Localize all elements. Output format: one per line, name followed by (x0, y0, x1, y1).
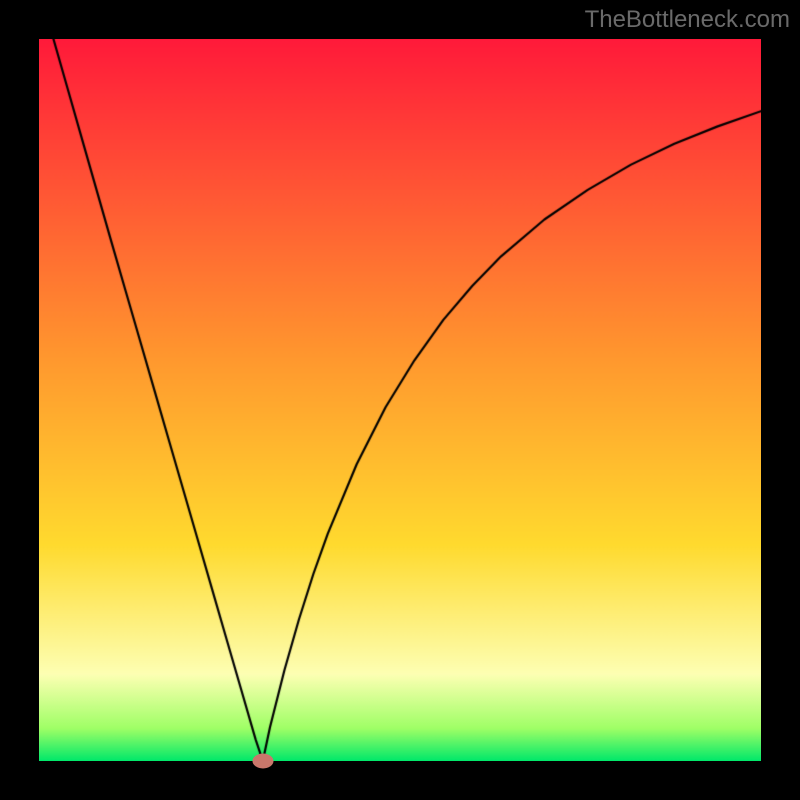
chart-frame: TheBottleneck.com (0, 0, 800, 800)
optimum-marker (252, 754, 273, 769)
bottleneck-curve (39, 39, 761, 761)
watermark-text: TheBottleneck.com (585, 6, 790, 34)
plot-area (39, 39, 761, 761)
